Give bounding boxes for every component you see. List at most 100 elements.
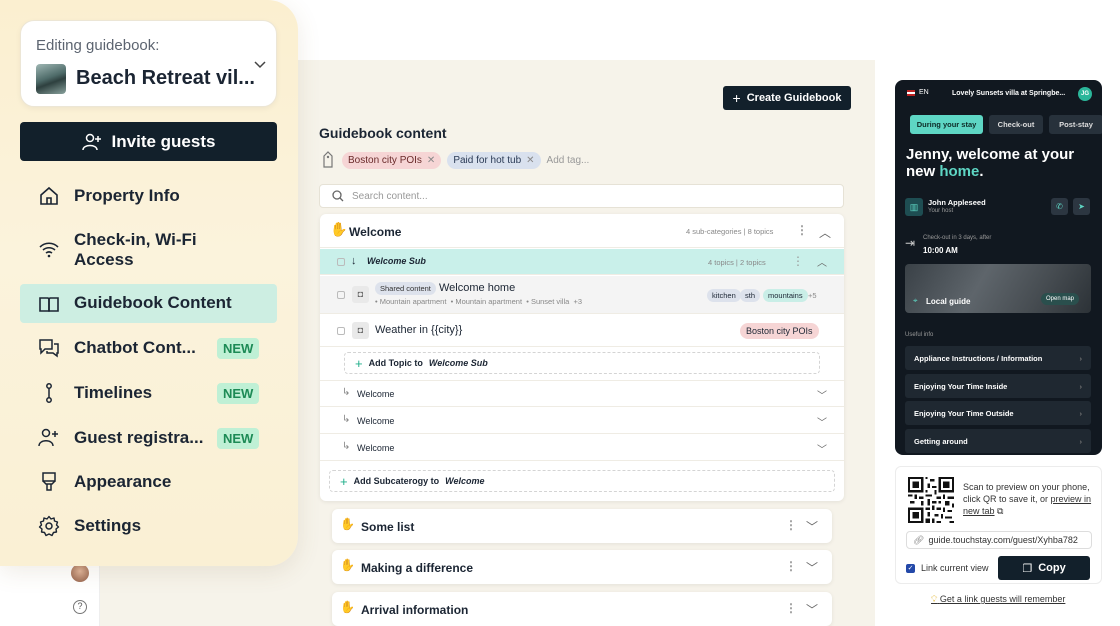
help-icon[interactable]: ?: [73, 600, 87, 614]
chevron-down-icon[interactable]: [253, 57, 267, 71]
local-guide-label: Local guide: [926, 297, 971, 306]
tag-label: Paid for hot tub: [453, 154, 522, 166]
property-selector[interactable]: Editing guidebook: Beach Retreat vil...: [20, 20, 277, 107]
chevron-down-icon[interactable]: ﹀: [817, 414, 827, 429]
camera-icon: ◘: [352, 322, 369, 339]
language-selector[interactable]: EN: [919, 89, 929, 96]
checkbox-checked-icon: ✓: [906, 563, 915, 573]
sidebar-item-appearance[interactable]: Appearance: [20, 462, 277, 502]
chevron-down-icon[interactable]: ﹀: [817, 387, 827, 402]
topic-row[interactable]: ◘ Weather in {{city}} Boston city POIs: [320, 315, 844, 347]
info-label: Appliance Instructions / Information: [914, 353, 1043, 363]
info-item[interactable]: Enjoying Your Time Inside ›: [905, 374, 1091, 398]
tab-post-stay[interactable]: Post-stay: [1049, 115, 1102, 134]
property-title: Lovely Sunsets villa at Springbe...: [952, 90, 1066, 97]
location-label: Sunset villa: [530, 297, 570, 306]
add-subcategory-button[interactable]: + Add Subcaterogy to Welcome: [329, 470, 835, 492]
subcategory-row[interactable]: ↳ Welcome ﹀: [320, 380, 844, 407]
chevron-up-icon[interactable]: ︿: [819, 224, 831, 241]
subcategory-title: Welcome: [357, 443, 395, 453]
greeting-accent: home: [939, 163, 980, 180]
category-card[interactable]: ✋ Arrival information ⋮ ﹀: [332, 592, 832, 626]
sidebar-item-check-in[interactable]: Check-in, Wi-Fi Access: [20, 224, 277, 274]
send-icon[interactable]: ➤: [1073, 198, 1090, 215]
location-label: Mountain apartment: [379, 297, 447, 306]
memorable-link[interactable]: 💡︎ Get a link guests will remember: [931, 594, 1065, 605]
phone-icon[interactable]: ✆: [1051, 198, 1068, 215]
tag-chip[interactable]: Paid for hot tub ✕: [447, 151, 541, 169]
tab-during-stay[interactable]: During your stay: [910, 115, 983, 134]
chevron-down-icon[interactable]: ﹀: [817, 441, 827, 456]
hand-icon: ✋: [340, 558, 355, 572]
search-input[interactable]: Search content...: [319, 184, 844, 208]
copy-button[interactable]: ❐ Copy: [998, 556, 1090, 580]
tab-check-out[interactable]: Check-out: [989, 115, 1043, 134]
sidebar-item-guest-registration[interactable]: Guest registra... NEW: [20, 418, 277, 458]
new-badge: NEW: [217, 338, 260, 359]
checkbox[interactable]: [337, 258, 345, 266]
more-icon[interactable]: ⋮: [785, 518, 797, 532]
more-icon[interactable]: ⋮: [785, 601, 797, 615]
tag-row: Boston city POIs ✕ Paid for hot tub ✕ Add …: [320, 151, 589, 169]
subcategory-header[interactable]: ↓ Welcome Sub 4 topics | 2 topics ⋮ ︿: [320, 249, 844, 275]
checkbox[interactable]: [337, 327, 345, 335]
subcategory-title: Welcome Sub: [367, 256, 426, 266]
info-item[interactable]: Appliance Instructions / Information ›: [905, 346, 1091, 370]
info-item[interactable]: Getting around ›: [905, 429, 1091, 453]
new-badge: NEW: [217, 428, 260, 449]
sidebar-item-label: Guidebook Content: [74, 293, 232, 312]
add-topic-button[interactable]: + Add Topic to Welcome Sub: [344, 352, 820, 374]
info-item[interactable]: Enjoying Your Time Outside ›: [905, 401, 1091, 425]
hand-icon: ✋: [330, 221, 348, 237]
property-thumbnail: [36, 64, 66, 94]
create-guidebook-button[interactable]: + Create Guidebook: [723, 86, 851, 110]
category-card-welcome: ✋ Welcome 4 sub-categories | 8 topics ⋮ …: [320, 214, 844, 501]
tag-chip[interactable]: Boston city POIs ✕: [342, 151, 442, 169]
chat-icon: [39, 339, 59, 358]
local-guide-card[interactable]: ⌖ Local guide Open map: [905, 264, 1091, 313]
sidebar-item-settings[interactable]: Settings: [20, 506, 277, 546]
chevron-down-icon[interactable]: ﹀: [806, 518, 818, 535]
chevron-down-icon[interactable]: ﹀: [806, 601, 818, 618]
add-tag-input[interactable]: Add tag...: [547, 155, 590, 166]
share-card: Scan to preview on your phone, click QR …: [895, 466, 1102, 584]
property-name: Beach Retreat vil...: [76, 67, 255, 89]
subcategory-row[interactable]: ↳ Welcome ﹀: [320, 435, 844, 461]
remove-tag-icon[interactable]: ✕: [427, 155, 435, 166]
guest-link-field[interactable]: 🔗︎ guide.touchstay.com/guest/Xyhba782: [906, 531, 1092, 549]
topic-row[interactable]: ◘ Shared content Welcome home • Mountain…: [320, 276, 844, 314]
qr-code[interactable]: [908, 477, 954, 523]
copy-icon: ❐: [1022, 562, 1033, 575]
category-title: Welcome: [349, 225, 402, 239]
sidebar-item-label: Guest registra...: [74, 428, 204, 447]
sidebar: Editing guidebook: Beach Retreat vil... …: [0, 0, 298, 566]
timeline-icon: [46, 383, 52, 403]
guest-avatar[interactable]: JG: [1078, 87, 1092, 101]
sub-arrow-icon: ↳: [342, 441, 351, 452]
more-icon[interactable]: ⋮: [796, 223, 808, 237]
subcategory-row[interactable]: ↳ Welcome ﹀: [320, 408, 844, 434]
category-card[interactable]: ✋ Making a difference ⋮ ﹀: [332, 550, 832, 584]
chevron-right-icon: ›: [1079, 353, 1083, 363]
link-current-view-checkbox[interactable]: ✓ Link current view: [906, 563, 989, 573]
add-topic-label: Add Topic to: [368, 358, 423, 368]
more-icon[interactable]: ⋮: [792, 254, 804, 268]
sidebar-item-guidebook-content[interactable]: Guidebook Content: [20, 284, 277, 323]
open-map-button[interactable]: Open map: [1041, 293, 1080, 305]
chevron-right-icon: ›: [1079, 436, 1083, 446]
checkbox[interactable]: [337, 291, 345, 299]
sidebar-item-timelines[interactable]: Timelines NEW: [20, 373, 277, 413]
more-icon[interactable]: ⋮: [785, 559, 797, 573]
invite-guests-button[interactable]: Invite guests: [20, 122, 277, 161]
sidebar-item-label: Appearance: [74, 472, 172, 491]
user-avatar[interactable]: [71, 564, 89, 582]
sidebar-item-property-info[interactable]: Property Info: [20, 176, 277, 216]
chevron-up-icon[interactable]: ︿: [817, 254, 827, 269]
sidebar-item-chatbot[interactable]: Chatbot Cont... NEW: [20, 328, 277, 368]
chevron-down-icon[interactable]: ﹀: [806, 559, 818, 576]
phone-preview[interactable]: EN Lovely Sunsets villa at Springbe... J…: [895, 80, 1102, 455]
remove-tag-icon[interactable]: ✕: [526, 155, 534, 166]
category-card[interactable]: ✋ Some list ⋮ ﹀: [332, 509, 832, 543]
category-header[interactable]: ✋ Welcome 4 sub-categories | 8 topics ⋮ …: [320, 214, 844, 248]
search-icon: [332, 190, 344, 202]
